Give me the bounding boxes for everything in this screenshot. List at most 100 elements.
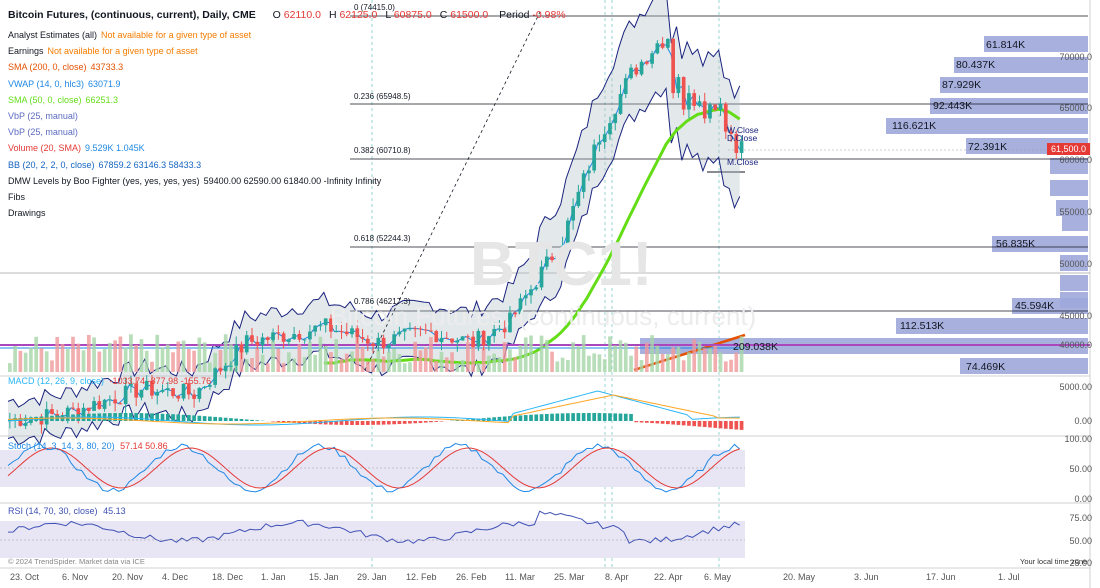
macd-histogram-bar	[197, 415, 202, 421]
legend-item[interactable]: Fibs	[8, 191, 25, 203]
volume-bar	[523, 337, 528, 372]
legend-item[interactable]: SMA (200, 0, close) 43733.3	[8, 61, 123, 73]
legend-item[interactable]: Earnings Not available for a given type o…	[8, 45, 198, 57]
legend-item[interactable]: VbP (25, manual)	[8, 126, 78, 138]
volume-bar	[734, 352, 739, 372]
candle-body	[455, 340, 460, 343]
volume-bar	[160, 347, 165, 372]
candle-body	[434, 331, 439, 343]
rsi-values: 45.13	[103, 506, 126, 516]
candle-body	[265, 337, 270, 341]
macd-histogram-bar	[208, 416, 212, 421]
volume-bar	[713, 345, 718, 372]
volume-bar	[566, 359, 570, 372]
legend-item[interactable]: VbP (25, manual)	[8, 110, 78, 122]
volume-bar	[492, 353, 496, 372]
macd-histogram-bar	[708, 421, 712, 428]
legend-item[interactable]: Analyst Estimates (all) Not available for…	[8, 29, 251, 41]
volume-bar	[176, 341, 181, 372]
macd-histogram-bar	[676, 421, 681, 425]
timezone-label[interactable]: Your local time zone	[1020, 556, 1087, 567]
candle-body	[397, 331, 402, 335]
candle-body	[629, 67, 633, 79]
legend-item-name: Fibs	[8, 192, 26, 202]
macd-values: -1033.74 -877.98 -155.76	[109, 376, 212, 386]
volume-bar	[302, 357, 307, 372]
legend-item[interactable]: Drawings	[8, 207, 46, 219]
macd-histogram-bar	[408, 421, 412, 424]
macd-histogram-bar	[581, 413, 586, 421]
volume-bar	[539, 335, 544, 372]
volume-bar	[671, 347, 675, 372]
macd-histogram-bar	[186, 415, 191, 421]
macd-histogram-bar	[644, 421, 649, 423]
macd-axis-tick: 5000.00	[1059, 382, 1092, 392]
candle-body	[155, 391, 160, 396]
vbp-label: 74.469K	[966, 361, 1006, 373]
macd-histogram-bar	[692, 421, 697, 427]
volume-bar	[76, 343, 81, 372]
legend-item-name: Earnings	[8, 46, 44, 57]
candle-body	[334, 331, 339, 333]
volume-bar	[171, 352, 175, 372]
legend-item-name: Volume (20, SMA)	[8, 143, 82, 154]
macd-histogram-bar	[202, 416, 207, 421]
fib-label-0382: 0.382 (60710.8)	[354, 146, 411, 155]
candle-body	[576, 191, 581, 207]
volume-bar	[723, 361, 728, 372]
volume-bar	[134, 344, 139, 372]
legend-item-name: Analyst Estimates (all)	[8, 30, 98, 40]
candle-body	[444, 337, 449, 339]
macd-histogram-bar	[434, 421, 439, 422]
vbp-label: 56.835K	[996, 238, 1036, 250]
legend-item[interactable]: Volume (20, SMA) 9.529K 1.045K	[8, 142, 145, 154]
d-close-label: D.Close	[727, 133, 758, 143]
period-label: Period	[499, 9, 530, 21]
candle-body	[176, 395, 181, 399]
candle-body	[244, 335, 249, 353]
volume-bar	[23, 352, 28, 372]
macd-histogram-bar	[397, 421, 402, 425]
candle-body	[123, 385, 128, 405]
time-axis-tick: 15. Jan	[309, 572, 339, 582]
candle-body	[487, 336, 491, 346]
volume-bar	[397, 354, 402, 372]
legend-item-name: VbP (25, manual)	[8, 111, 78, 121]
volume-bar	[8, 363, 12, 372]
legend-item-name: DMW Levels by Boo Fighter (yes, yes, yes…	[8, 175, 200, 186]
volume-bar	[581, 335, 586, 372]
macd-histogram-bar	[681, 421, 686, 426]
macd-histogram-bar	[539, 414, 544, 421]
macd-histogram-bar	[544, 413, 549, 421]
volume-bar	[144, 350, 149, 372]
price-chart[interactable]: BTC1! Bitcoin Futures, (continuous, curre…	[0, 0, 1100, 588]
volume-bar	[265, 363, 270, 372]
volume-bar	[702, 348, 707, 372]
legend-item[interactable]: SMA (50, 0, close) 66251.3	[8, 94, 118, 106]
macd-histogram-bar	[413, 421, 418, 424]
candle-body	[392, 334, 396, 345]
candle-body	[171, 388, 175, 396]
candle-body	[608, 123, 612, 135]
legend-item-value: 63071.9	[88, 78, 121, 89]
macd-histogram-bar	[639, 421, 644, 423]
candle-body	[692, 93, 697, 106]
legend-item[interactable]: BB (20, 2, 2, 0, close) 67859.2 63146.3 5…	[8, 159, 201, 171]
time-axis-tick: 22. Apr	[654, 572, 683, 582]
candle-body	[623, 78, 628, 94]
volume-bar	[529, 335, 533, 372]
candle-body	[197, 387, 202, 399]
volume-bar	[360, 346, 365, 372]
volume-bar	[55, 337, 60, 372]
candle-body	[213, 368, 217, 385]
volume-bar	[513, 357, 518, 372]
volume-bar	[308, 341, 312, 372]
volume-bar	[181, 340, 186, 372]
price-axis-tick: 40000.0	[1059, 340, 1092, 350]
candle-body	[713, 104, 718, 110]
volume-bar	[97, 351, 102, 372]
volume-bar	[113, 340, 117, 372]
volume-bar	[518, 345, 523, 372]
legend-item[interactable]: DMW Levels by Boo Fighter (yes, yes, yes…	[8, 175, 381, 187]
legend-item[interactable]: VWAP (14, 0, hlc3) 63071.9	[8, 78, 121, 90]
